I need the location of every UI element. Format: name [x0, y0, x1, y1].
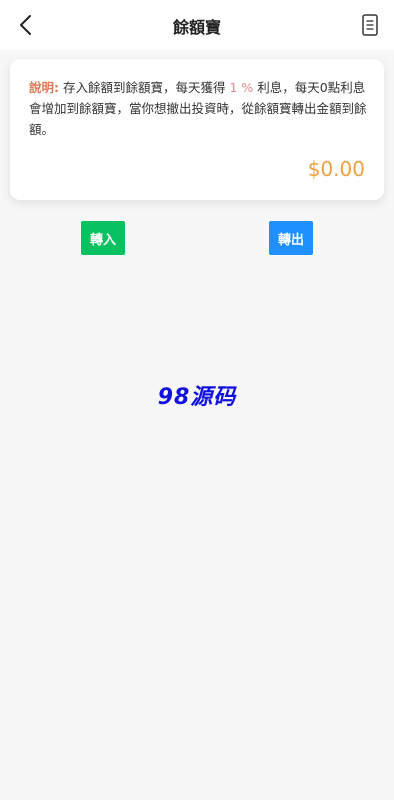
- document-icon: [362, 14, 378, 36]
- records-button[interactable]: [360, 13, 380, 37]
- description-text: 說明: 存入餘額到餘額寶，每天獲得 1 % 利息，每天0點利息會增加到餘額寶，當…: [29, 77, 368, 140]
- page-title: 餘額寶: [172, 18, 221, 37]
- watermark-text: 98源码: [157, 385, 237, 410]
- balance-amount: $0.00: [307, 157, 365, 181]
- transfer-out-button[interactable]: 轉出: [269, 221, 314, 255]
- transfer-in-button[interactable]: 轉入: [81, 221, 126, 255]
- description-label: 說明:: [29, 80, 59, 95]
- top-bar: 餘額寶: [0, 0, 394, 50]
- yuebao-card: 說明: 存入餘額到餘額寶，每天獲得 1 % 利息，每天0點利息會增加到餘額寶，當…: [10, 59, 384, 200]
- description-part-1: 存入餘額到餘額寶，每天獲得: [59, 80, 230, 95]
- interest-rate: 1 %: [229, 80, 254, 95]
